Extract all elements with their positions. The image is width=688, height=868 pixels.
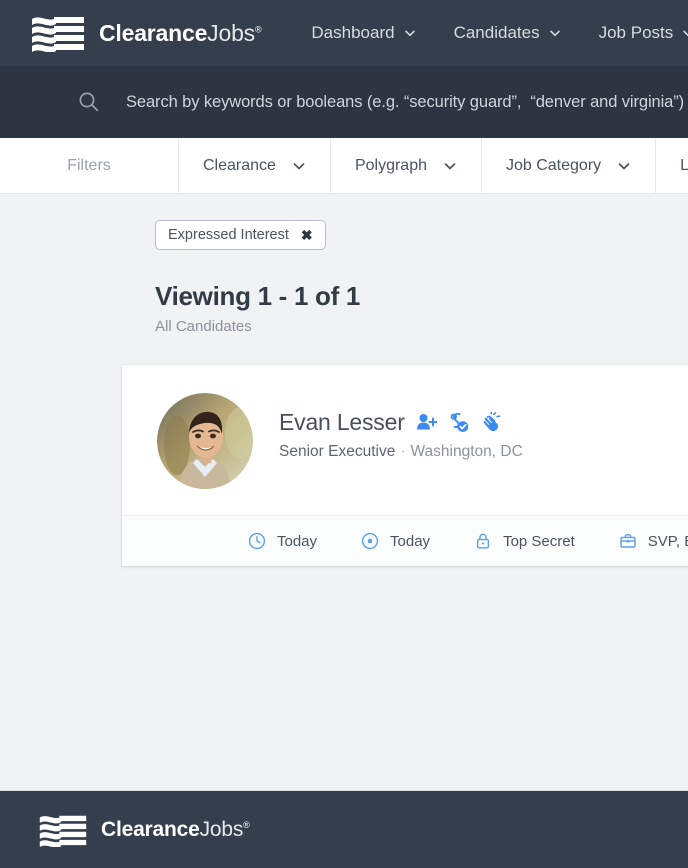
results-subheading: All Candidates	[155, 318, 252, 335]
active-filter-chip[interactable]: Expressed Interest ✖	[155, 220, 326, 250]
candidate-card-header: Evan Lesser Senior Executive · Washingto…	[122, 365, 688, 515]
lock-icon	[476, 533, 490, 549]
filters-label: Filters	[0, 138, 179, 193]
footer-brand-logo[interactable]: ClearanceJobs®	[38, 813, 250, 847]
flag-stripes-logo-icon	[39, 815, 87, 847]
meta-label: Today	[277, 532, 318, 550]
nav-item-candidates[interactable]: Candidates	[454, 23, 561, 43]
primary-nav: Dashboard Candidates Job Posts	[311, 23, 688, 43]
footer-brand-wordmark: ClearanceJobs®	[101, 818, 250, 842]
avatar[interactable]	[157, 393, 253, 489]
filter-clearance[interactable]: Clearance	[179, 138, 331, 193]
person-add-icon[interactable]	[416, 412, 437, 433]
candidate-info: Evan Lesser Senior Executive · Washingto…	[279, 393, 523, 461]
meta-label: SVP, EV	[647, 532, 688, 550]
search-input[interactable]	[126, 92, 688, 112]
filter-job-category[interactable]: Job Category	[482, 138, 657, 193]
saved-check-icon[interactable]	[448, 412, 469, 433]
brand-registered-mark: ®	[243, 819, 250, 830]
chevron-down-icon	[618, 162, 630, 169]
chevron-down-icon	[444, 162, 456, 169]
chevron-down-icon	[404, 30, 415, 37]
candidate-subtitle: Senior Executive · Washington, DC	[279, 443, 523, 461]
filter-polygraph[interactable]: Polygraph	[331, 138, 482, 193]
search-bar	[0, 66, 688, 138]
candidate-meta-row: Today Today Top Secret SVP,	[122, 515, 688, 566]
separator-dot: ·	[400, 443, 406, 460]
chevron-down-icon	[549, 30, 560, 37]
chevron-down-icon	[293, 162, 305, 169]
candidate-title: Senior Executive	[279, 443, 396, 460]
meta-job-level: SVP, EV	[619, 532, 688, 550]
brand-registered-mark: ®	[254, 23, 262, 34]
filter-label: Las	[680, 157, 688, 175]
results-area: Expressed Interest ✖ Viewing 1 - 1 of 1 …	[0, 194, 688, 566]
candidate-location: Washington, DC	[410, 443, 523, 460]
briefcase-icon	[620, 534, 636, 548]
brand-name-light: Jobs	[199, 817, 244, 841]
filter-last-active[interactable]: Las	[656, 138, 688, 193]
brand-wordmark: ClearanceJobs®	[99, 19, 262, 47]
footer: ClearanceJobs®	[0, 790, 688, 868]
nav-item-label: Job Posts	[598, 23, 674, 42]
avatar-photo-icon	[157, 393, 253, 489]
app-page: ClearanceJobs® Dashboard Candidates Job …	[0, 0, 688, 868]
results-heading: Viewing 1 - 1 of 1	[155, 281, 361, 311]
brand-name-bold: Clearance	[99, 19, 208, 46]
search-icon[interactable]	[78, 91, 100, 113]
filter-bar: Filters Clearance Polygraph Job Category…	[0, 138, 688, 194]
meta-label: Top Secret	[503, 532, 575, 550]
close-x-icon[interactable]: ✖	[301, 228, 313, 242]
nav-item-job-posts[interactable]: Job Posts	[599, 23, 688, 43]
active-filter-label: Expressed Interest	[168, 227, 289, 243]
filter-label: Polygraph	[354, 156, 427, 174]
eye-icon	[361, 532, 379, 550]
meta-clearance: Top Secret	[474, 532, 575, 550]
candidate-name-row: Evan Lesser	[279, 409, 523, 436]
filter-label: Job Category	[505, 156, 602, 174]
brand-name-bold: Clearance	[101, 817, 200, 841]
chevron-down-icon	[683, 30, 688, 37]
brand-logo[interactable]: ClearanceJobs®	[30, 14, 262, 52]
clock-icon	[248, 532, 266, 550]
filter-label: Clearance	[203, 156, 276, 174]
nav-item-dashboard[interactable]: Dashboard	[311, 23, 415, 43]
brand-name-light: Jobs	[207, 19, 255, 46]
nav-item-label: Dashboard	[311, 23, 395, 42]
top-navbar: ClearanceJobs® Dashboard Candidates Job …	[0, 0, 688, 66]
meta-last-viewed: Today	[361, 532, 430, 550]
meta-label: Today	[390, 532, 431, 550]
nav-item-label: Candidates	[453, 23, 540, 42]
meta-last-active: Today	[248, 532, 317, 550]
waving-hand-icon[interactable]	[480, 412, 501, 433]
candidate-card[interactable]: Evan Lesser Senior Executive · Washingto…	[122, 365, 688, 566]
flag-stripes-logo-icon	[32, 17, 84, 52]
candidate-name[interactable]: Evan Lesser	[279, 409, 405, 436]
